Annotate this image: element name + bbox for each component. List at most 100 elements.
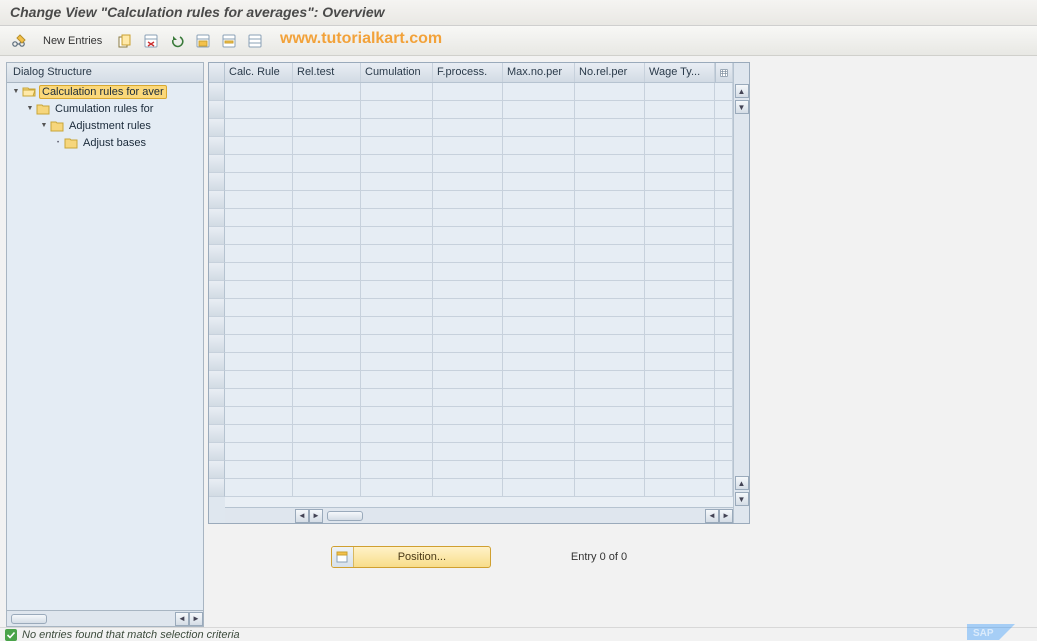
table-cell[interactable] (433, 173, 503, 190)
table-cell[interactable] (503, 371, 575, 388)
table-row[interactable] (225, 227, 733, 245)
table-cell[interactable] (433, 353, 503, 370)
column-header-1[interactable]: Rel.test (293, 63, 361, 82)
table-cell[interactable] (575, 101, 645, 118)
column-header-2[interactable]: Cumulation (361, 63, 433, 82)
table-cell[interactable] (575, 425, 645, 442)
table-cell[interactable] (645, 317, 715, 334)
table-row[interactable] (225, 443, 733, 461)
table-cell[interactable] (293, 137, 361, 154)
table-cell[interactable] (433, 209, 503, 226)
table-row[interactable] (225, 281, 733, 299)
table-row[interactable] (225, 155, 733, 173)
table-row[interactable] (225, 83, 733, 101)
table-cell[interactable] (433, 317, 503, 334)
toggle-change-display-button[interactable] (6, 30, 32, 52)
table-cell[interactable] (361, 191, 433, 208)
table-cell[interactable] (575, 173, 645, 190)
table-cell[interactable] (293, 83, 361, 100)
table-cell[interactable] (361, 209, 433, 226)
table-cell[interactable] (645, 407, 715, 424)
row-header[interactable] (209, 443, 225, 461)
table-cell[interactable] (361, 371, 433, 388)
tree-node-3[interactable]: •Adjust bases (7, 134, 203, 151)
table-cell[interactable] (575, 227, 645, 244)
table-cell[interactable] (293, 209, 361, 226)
table-cell[interactable] (433, 119, 503, 136)
table-cell[interactable] (645, 479, 715, 496)
table-cell[interactable] (503, 137, 575, 154)
row-header[interactable] (209, 83, 225, 101)
table-cell[interactable] (225, 317, 293, 334)
table-cell[interactable] (575, 407, 645, 424)
table-cell[interactable] (645, 83, 715, 100)
row-header[interactable] (209, 479, 225, 497)
row-header[interactable] (209, 263, 225, 281)
column-header-3[interactable]: F.process. (433, 63, 503, 82)
table-cell[interactable] (503, 335, 575, 352)
table-cell[interactable] (645, 191, 715, 208)
table-row[interactable] (225, 407, 733, 425)
table-cell[interactable] (361, 425, 433, 442)
table-cell[interactable] (433, 299, 503, 316)
table-cell[interactable] (433, 335, 503, 352)
table-cell[interactable] (503, 119, 575, 136)
table-cell[interactable] (293, 335, 361, 352)
grid-vscroll-down-2[interactable]: ▼ (735, 492, 749, 506)
row-header[interactable] (209, 245, 225, 263)
table-cell[interactable] (433, 281, 503, 298)
table-cell[interactable] (225, 371, 293, 388)
table-cell[interactable] (361, 137, 433, 154)
tree-horizontal-scrollbar[interactable]: ◄ ► (7, 610, 203, 626)
grid-hscroll-right-2[interactable]: ► (719, 509, 733, 523)
table-cell[interactable] (225, 173, 293, 190)
row-header[interactable] (209, 299, 225, 317)
table-cell[interactable] (225, 119, 293, 136)
table-cell[interactable] (503, 281, 575, 298)
table-cell[interactable] (293, 371, 361, 388)
row-header[interactable] (209, 227, 225, 245)
table-cell[interactable] (503, 407, 575, 424)
table-cell[interactable] (225, 83, 293, 100)
tree-hscroll-right[interactable]: ► (189, 612, 203, 626)
table-cell[interactable] (433, 137, 503, 154)
table-cell[interactable] (575, 389, 645, 406)
table-cell[interactable] (293, 155, 361, 172)
table-cell[interactable] (503, 191, 575, 208)
table-cell[interactable] (503, 317, 575, 334)
table-cell[interactable] (361, 173, 433, 190)
table-cell[interactable] (225, 155, 293, 172)
row-header[interactable] (209, 191, 225, 209)
row-header[interactable] (209, 317, 225, 335)
table-cell[interactable] (503, 173, 575, 190)
table-cell[interactable] (503, 299, 575, 316)
copy-as-button[interactable] (113, 30, 137, 52)
position-button[interactable]: Position... (331, 546, 491, 568)
row-header[interactable] (209, 155, 225, 173)
table-cell[interactable] (433, 155, 503, 172)
table-row[interactable] (225, 353, 733, 371)
table-cell[interactable] (433, 191, 503, 208)
table-cell[interactable] (361, 317, 433, 334)
table-cell[interactable] (293, 317, 361, 334)
table-cell[interactable] (361, 389, 433, 406)
tree-expander[interactable]: ▼ (39, 122, 49, 129)
table-cell[interactable] (503, 461, 575, 478)
grid-hscroll-left-2[interactable]: ◄ (705, 509, 719, 523)
select-block-button[interactable] (217, 30, 241, 52)
table-cell[interactable] (645, 155, 715, 172)
table-cell[interactable] (645, 101, 715, 118)
table-cell[interactable] (645, 425, 715, 442)
table-cell[interactable] (575, 245, 645, 262)
table-cell[interactable] (433, 263, 503, 280)
table-cell[interactable] (361, 101, 433, 118)
table-cell[interactable] (503, 155, 575, 172)
table-cell[interactable] (575, 83, 645, 100)
table-cell[interactable] (433, 425, 503, 442)
grid-hscroll-right[interactable]: ► (309, 509, 323, 523)
table-cell[interactable] (361, 335, 433, 352)
table-cell[interactable] (575, 137, 645, 154)
table-cell[interactable] (361, 443, 433, 460)
table-cell[interactable] (293, 299, 361, 316)
table-cell[interactable] (575, 479, 645, 496)
